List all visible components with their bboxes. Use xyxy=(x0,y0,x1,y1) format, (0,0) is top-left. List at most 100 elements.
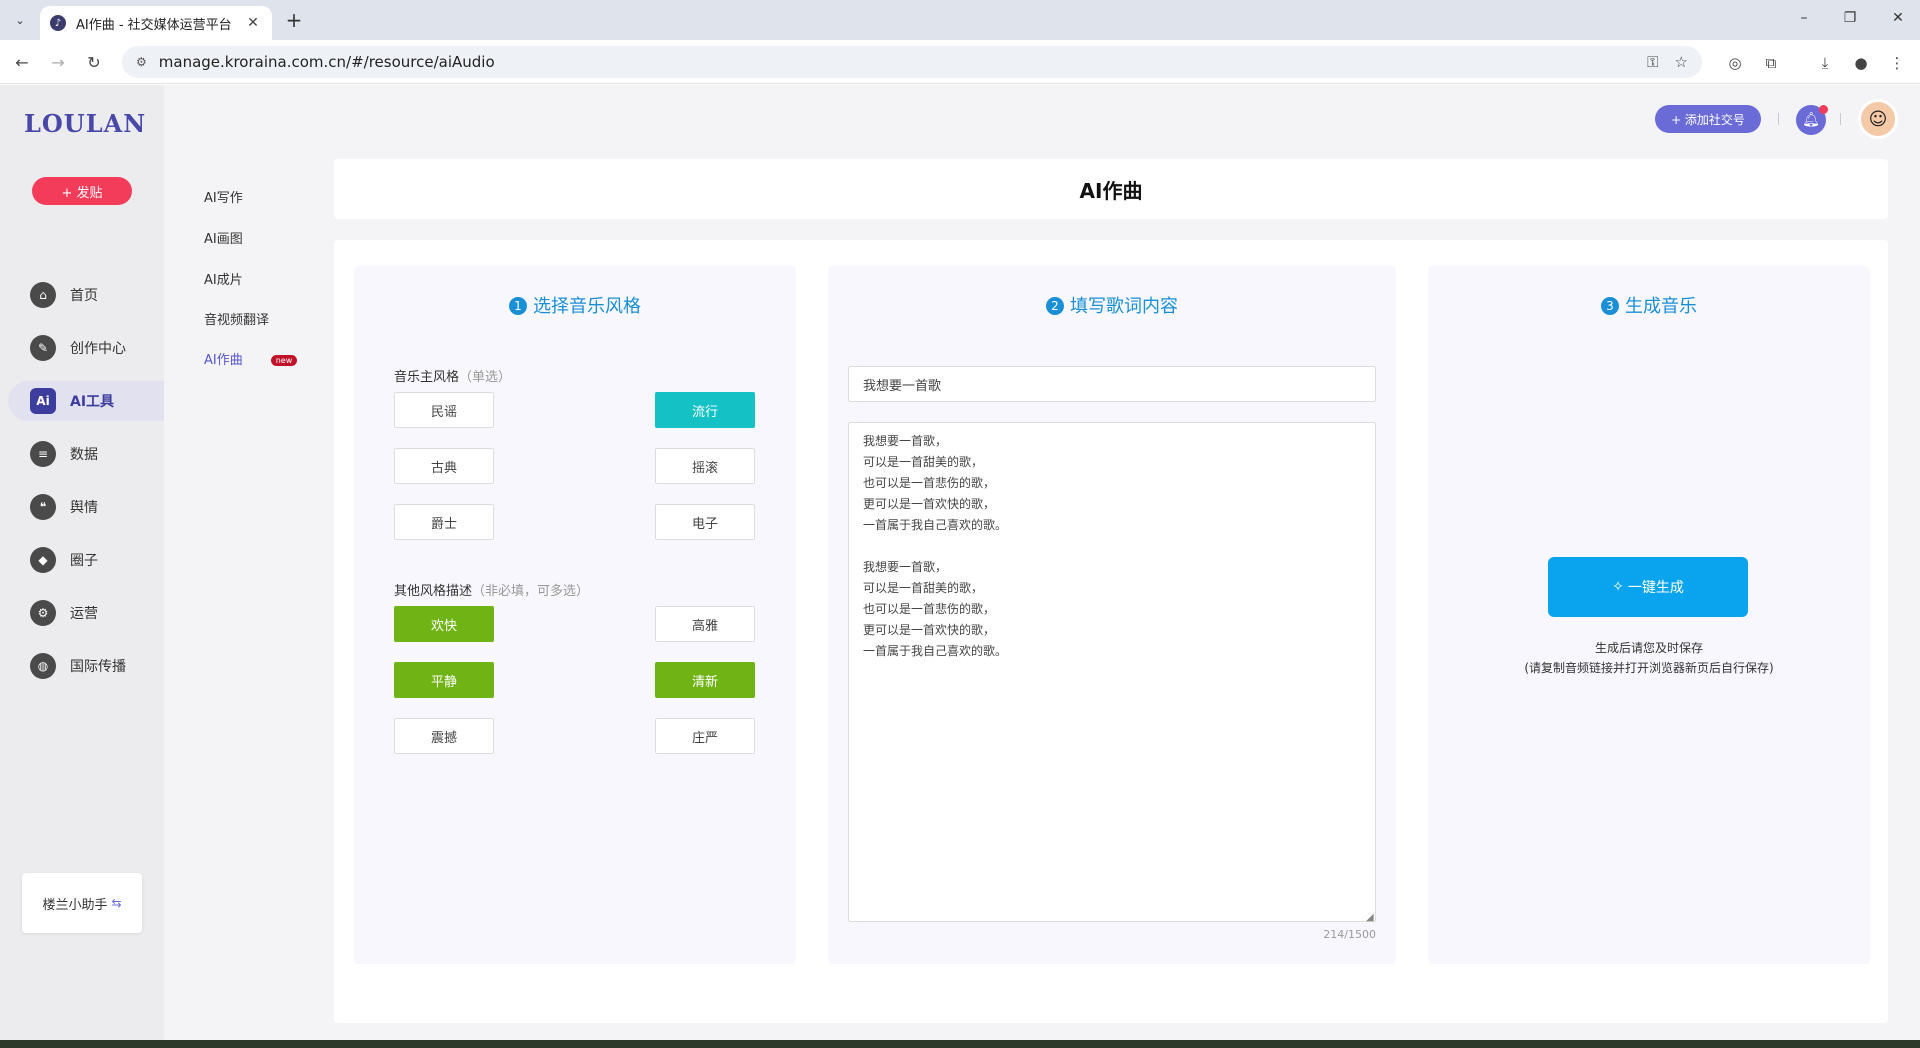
sidebar-item-public-opinion[interactable]: ❝ 舆情 xyxy=(8,487,164,527)
sidebar-item-international[interactable]: ◍ 国际传播 xyxy=(8,646,164,686)
browser-tab-active[interactable]: ♪ AI作曲 - 社交媒体运营平台 ✕ xyxy=(40,6,272,40)
save-notice-line1: 生成后请您及时保存 xyxy=(1594,641,1703,655)
brand-logo[interactable]: LOULAN xyxy=(24,109,146,138)
site-info-icon[interactable]: ⚙ xyxy=(136,55,147,69)
switch-icon[interactable]: ⇆ xyxy=(111,896,121,910)
operation-icon: ⚙ xyxy=(30,600,56,626)
mood-option-solemn[interactable]: 庄严 xyxy=(655,718,755,754)
magic-wand-icon: ✧ xyxy=(1612,579,1624,595)
sidebar-item-creation-center[interactable]: ✎ 创作中心 xyxy=(8,328,164,368)
password-key-icon[interactable]: ⚿ xyxy=(1647,53,1658,71)
save-notice: 生成后请您及时保存 (请复制音频链接并打开浏览器新页后自行保存) xyxy=(1428,638,1870,678)
url-text[interactable]: manage.kroraina.com.cn/#/resource/aiAudi… xyxy=(159,53,1631,71)
profile-icon[interactable]: ● xyxy=(1850,52,1872,74)
step2-title: 填写歌词内容 xyxy=(1070,296,1178,317)
sidebar-item-label: 创作中心 xyxy=(70,341,126,357)
style-option-rock[interactable]: 摇滚 xyxy=(655,448,755,484)
url-omnibox[interactable]: ⚙ manage.kroraina.com.cn/#/resource/aiAu… xyxy=(122,46,1702,78)
minimize-icon[interactable]: – xyxy=(1794,10,1814,26)
mood-option-shocking[interactable]: 震撼 xyxy=(394,718,494,754)
restore-icon[interactable]: ❐ xyxy=(1840,10,1860,26)
extension-circle-icon[interactable]: ◎ xyxy=(1724,52,1746,74)
extensions-puzzle-icon[interactable]: ⧉ xyxy=(1760,52,1782,74)
sidebar-item-data[interactable]: ≡ 数据 xyxy=(8,434,164,474)
step-number: 2 xyxy=(1046,297,1064,315)
divider xyxy=(1778,113,1779,125)
tab-close-icon[interactable]: ✕ xyxy=(244,15,262,31)
ai-tools-subnav: AI写作 AI画图 AI成片 音视频翻译 AI作曲 new xyxy=(164,85,334,1040)
window-close-icon[interactable]: ✕ xyxy=(1888,10,1908,26)
notification-dot xyxy=(1819,105,1828,114)
ai-icon: Ai xyxy=(30,388,56,414)
globe-icon: ◍ xyxy=(30,653,56,679)
reload-icon[interactable]: ↻ xyxy=(82,50,106,74)
tab-search-chevron-icon[interactable]: ⌄ xyxy=(8,8,32,32)
assistant-widget[interactable]: 楼兰小助手 ⇆ xyxy=(22,873,142,933)
user-avatar[interactable]: ☺ xyxy=(1858,99,1898,139)
mood-option-calm[interactable]: 平静 xyxy=(394,662,494,698)
mood-option-fresh[interactable]: 清新 xyxy=(655,662,755,698)
main-sidebar: LOULAN + 发贴 ⌂ 首页 ✎ 创作中心 Ai AI工具 ≡ 数据 ❝ 舆… xyxy=(0,85,164,1040)
style-option-electronic[interactable]: 电子 xyxy=(655,504,755,540)
quote-icon: ❝ xyxy=(30,494,56,520)
save-notice-line2: (请复制音频链接并打开浏览器新页后自行保存) xyxy=(1524,661,1774,675)
step3-title: 生成音乐 xyxy=(1625,296,1697,317)
compass-icon: ◆ xyxy=(30,547,56,573)
forward-arrow-icon[interactable]: → xyxy=(46,50,70,74)
subnav-ai-drawing[interactable]: AI画图 xyxy=(204,228,243,247)
home-icon: ⌂ xyxy=(30,282,56,308)
post-button[interactable]: + 发贴 xyxy=(32,177,132,205)
sidebar-item-label: 国际传播 xyxy=(70,659,126,675)
main-style-label: 音乐主风格（单选） xyxy=(394,366,511,385)
database-icon: ≡ xyxy=(30,441,56,467)
browser-address-bar: ← → ↻ ⚙ manage.kroraina.com.cn/#/resourc… xyxy=(0,40,1920,84)
lyrics-textarea[interactable]: 我想要一首歌， 可以是一首甜美的歌， 也可以是一首悲伤的歌， 更可以是一首欢快的… xyxy=(848,422,1376,922)
subnav-av-translate[interactable]: 音视频翻译 xyxy=(204,309,269,328)
song-title-input[interactable]: 我想要一首歌 xyxy=(848,366,1376,402)
sidebar-item-ai-tools[interactable]: Ai AI工具 xyxy=(8,381,164,421)
bookmark-star-icon[interactable]: ☆ xyxy=(1675,53,1688,71)
style-option-folk[interactable]: 民谣 xyxy=(394,392,494,428)
back-arrow-icon[interactable]: ← xyxy=(10,50,34,74)
generate-button-label: 一键生成 xyxy=(1627,580,1684,596)
style-option-classical[interactable]: 古典 xyxy=(394,448,494,484)
subnav-ai-compose[interactable]: AI作曲 new xyxy=(204,349,298,368)
sidebar-item-label: 圈子 xyxy=(70,553,98,569)
assistant-label: 楼兰小助手 xyxy=(42,897,108,913)
resize-handle-icon[interactable]: ◢ xyxy=(1366,912,1374,923)
sidebar-item-label: 数据 xyxy=(70,447,98,463)
subnav-ai-video[interactable]: AI成片 xyxy=(204,269,243,288)
step-number: 3 xyxy=(1601,297,1619,315)
new-badge: new xyxy=(270,355,298,366)
step2-heading: 2 填写歌词内容 xyxy=(828,292,1396,318)
browser-menu-icon[interactable]: ⋮ xyxy=(1886,52,1908,74)
tab-title: AI作曲 - 社交媒体运营平台 xyxy=(76,17,232,33)
character-counter: 214/1500 xyxy=(1323,928,1376,941)
browser-tab-bar: ⌄ ♪ AI作曲 - 社交媒体运营平台 ✕ + – ❐ ✕ xyxy=(0,0,1920,40)
step-number: 1 xyxy=(509,297,527,315)
main-content-card: 1 选择音乐风格 音乐主风格（单选） 民谣 流行 古典 摇滚 爵士 电子 其他风格… xyxy=(334,240,1888,1023)
style-option-jazz[interactable]: 爵士 xyxy=(394,504,494,540)
mood-option-elegant[interactable]: 高雅 xyxy=(655,606,755,642)
step3-heading: 3 生成音乐 xyxy=(1428,292,1870,318)
subnav-ai-writing[interactable]: AI写作 xyxy=(204,187,243,206)
mood-option-cheerful[interactable]: 欢快 xyxy=(394,606,494,642)
sidebar-item-operation[interactable]: ⚙ 运营 xyxy=(8,593,164,633)
sidebar-item-home[interactable]: ⌂ 首页 xyxy=(8,275,164,315)
sidebar-item-label: 运营 xyxy=(70,606,98,622)
download-icon[interactable]: ⤓ xyxy=(1814,52,1836,74)
os-taskbar xyxy=(0,1040,1920,1048)
generate-panel: 3 生成音乐 ✧ 一键生成 生成后请您及时保存 (请复制音频链接并打开浏览器新页后自… xyxy=(1428,266,1870,964)
generate-button[interactable]: ✧ 一键生成 xyxy=(1548,557,1748,617)
sidebar-item-label: AI工具 xyxy=(70,394,115,410)
lyrics-panel: 2 填写歌词内容 我想要一首歌 我想要一首歌， 可以是一首甜美的歌， 也可以是一首… xyxy=(828,266,1396,964)
new-tab-plus-icon[interactable]: + xyxy=(282,8,306,32)
add-social-account-button[interactable]: + 添加社交号 xyxy=(1655,105,1761,133)
subnav-ai-compose-label: AI作曲 xyxy=(204,353,243,368)
sidebar-item-circles[interactable]: ◆ 圈子 xyxy=(8,540,164,580)
divider xyxy=(1840,113,1841,125)
main-style-hint: （单选） xyxy=(459,370,512,385)
style-option-pop[interactable]: 流行 xyxy=(655,392,755,428)
tab-favicon-icon: ♪ xyxy=(50,15,66,31)
step1-heading: 1 选择音乐风格 xyxy=(354,292,796,318)
